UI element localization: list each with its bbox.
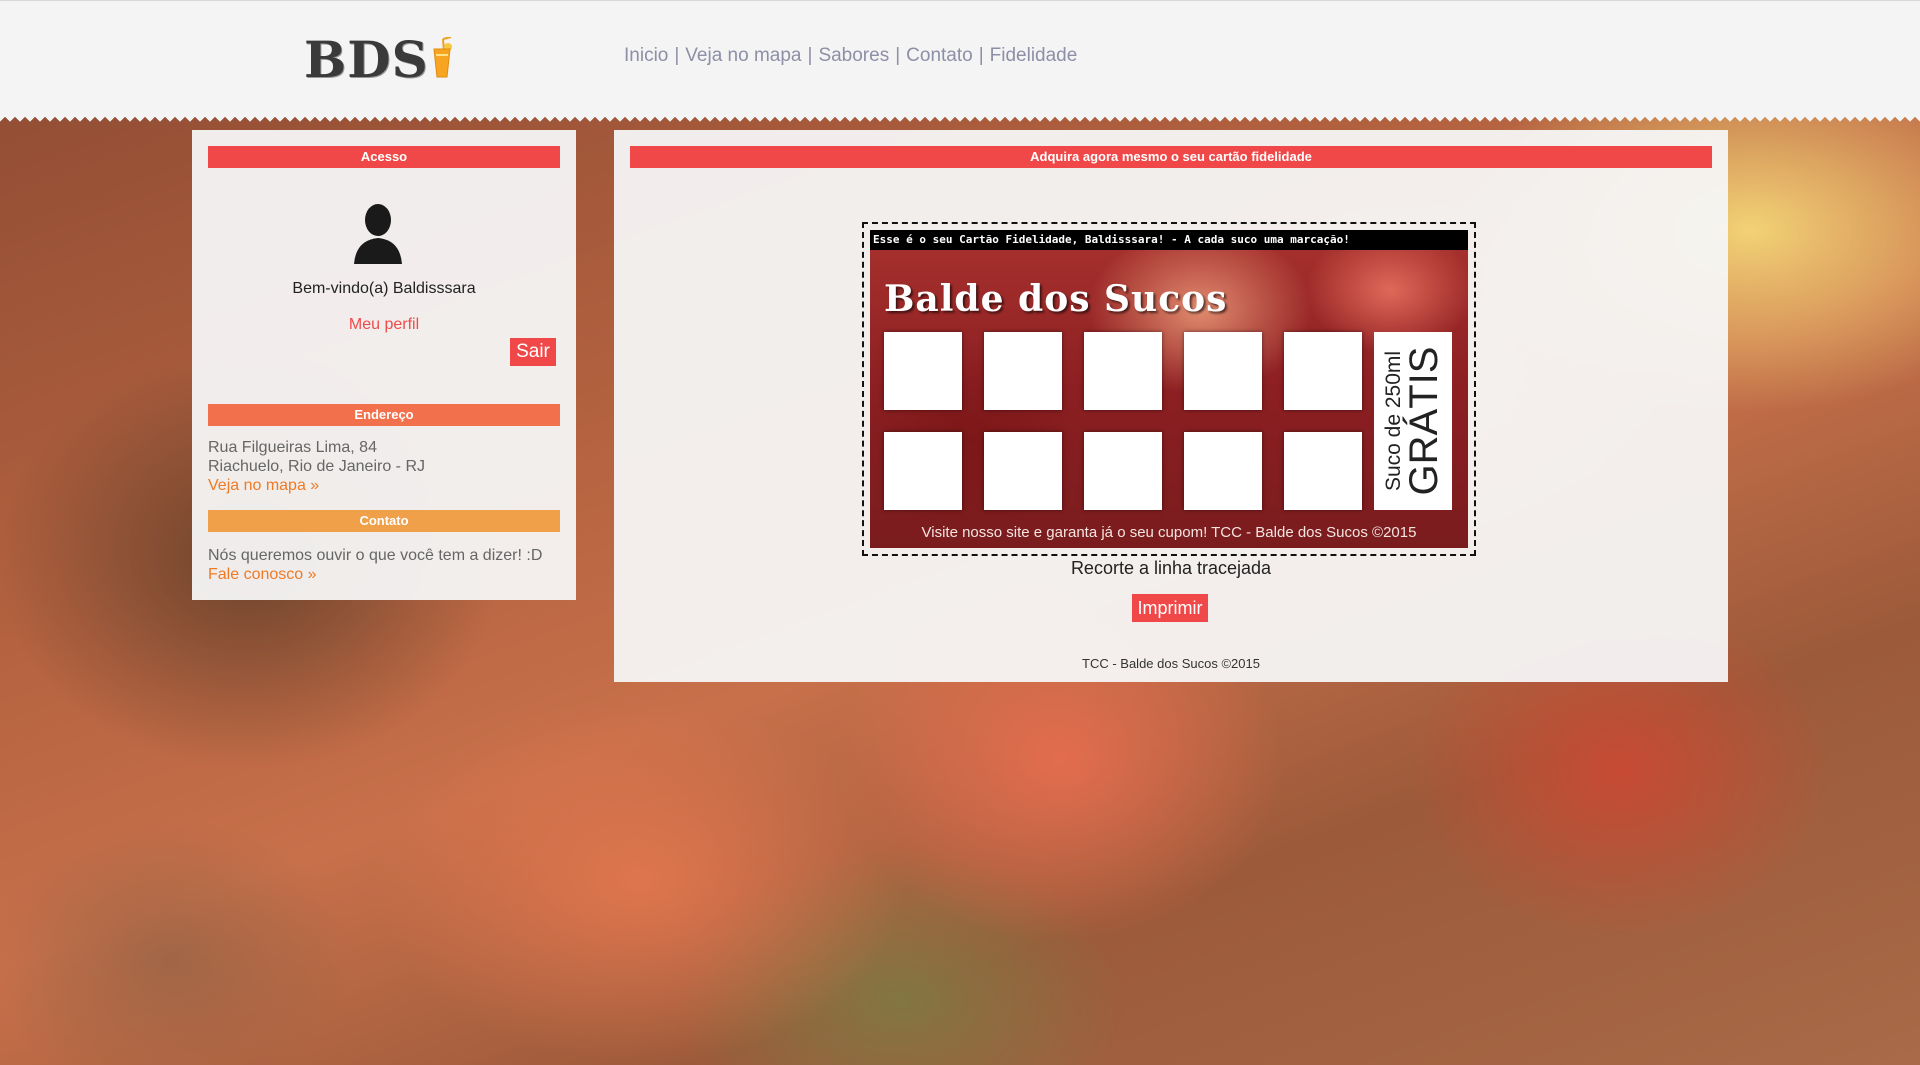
nav-fidelidade[interactable]: Fidelidade: [990, 45, 1078, 67]
stamp-box: [884, 332, 962, 410]
address-block: Rua Filgueiras Lima, 84 Riachuelo, Rio d…: [208, 438, 425, 495]
loyalty-card-cut-line: Esse é o seu Cartão Fidelidade, Baldisss…: [862, 222, 1476, 556]
cut-instruction: Recorte a linha tracejada: [1070, 558, 1272, 578]
user-avatar-icon: [352, 200, 404, 264]
contact-link[interactable]: Fale conosco »: [208, 565, 542, 584]
welcome-text: Bem-vindo(a) Baldisssara: [292, 280, 476, 297]
nav-veja-no-mapa[interactable]: Veja no mapa: [685, 45, 801, 67]
site-logo[interactable]: BDS: [304, 29, 474, 89]
stamp-box: [1084, 432, 1162, 510]
contact-title: Contato: [208, 510, 560, 532]
juice-cup-icon: [431, 36, 453, 81]
top-header: BDS Inicio | Veja no mapa | Sabores | Co…: [0, 0, 1920, 124]
loyalty-card: Esse é o seu Cartão Fidelidade, Baldisss…: [870, 230, 1468, 548]
nav-separator: |: [674, 45, 680, 66]
nav-contato[interactable]: Contato: [906, 45, 973, 67]
logo-text: BDS: [304, 29, 429, 89]
stamp-box: [984, 332, 1062, 410]
nav-separator: |: [978, 45, 984, 66]
prize-free: GRÁTIS: [1401, 346, 1446, 496]
address-title: Endereço: [208, 404, 560, 426]
access-title: Acesso: [208, 146, 560, 168]
stamp-box: [1284, 332, 1362, 410]
stamp-box: [884, 432, 962, 510]
sidebar: Acesso Bem-vindo(a) Baldisssara Meu perf…: [192, 130, 576, 600]
profile-link[interactable]: Meu perfil: [192, 316, 576, 334]
stamp-box: [1284, 432, 1362, 510]
address-line-2: Riachuelo, Rio de Janeiro - RJ: [208, 458, 425, 475]
nav-sabores[interactable]: Sabores: [818, 45, 889, 67]
card-footer: Visite nosso site e garanta já o seu cup…: [921, 524, 1417, 541]
print-button[interactable]: Imprimir: [1132, 594, 1208, 622]
prize-size: Suco de 250ml: [1381, 350, 1405, 492]
stamp-box: [1184, 332, 1262, 410]
logout-button[interactable]: Sair: [510, 338, 556, 366]
nav-separator: |: [895, 45, 901, 66]
stamp-box: [1084, 332, 1162, 410]
contact-text: Nós queremos ouvir o que você tem a dize…: [208, 547, 543, 564]
map-link[interactable]: Veja no mapa »: [208, 476, 425, 495]
nav-inicio[interactable]: Inicio: [624, 45, 668, 67]
address-line-1: Rua Filgueiras Lima, 84: [208, 439, 377, 456]
stamp-box: [1184, 432, 1262, 510]
prize-box: Suco de 250ml GRÁTIS: [1374, 332, 1452, 510]
contact-block: Nós queremos ouvir o que você tem a dize…: [208, 546, 542, 584]
nav-separator: |: [807, 45, 813, 66]
stamp-box: [984, 432, 1062, 510]
main-nav: Inicio | Veja no mapa | Sabores | Contat…: [624, 45, 1077, 67]
card-header: Esse é o seu Cartão Fidelidade, Baldisss…: [870, 230, 1468, 250]
card-brand: Balde dos Sucos: [884, 278, 1228, 320]
page-footer: TCC - Balde dos Sucos ©2015: [1082, 656, 1260, 671]
page-title: Adquira agora mesmo o seu cartão fidelid…: [630, 146, 1712, 168]
main-panel: Adquira agora mesmo o seu cartão fidelid…: [614, 130, 1728, 682]
